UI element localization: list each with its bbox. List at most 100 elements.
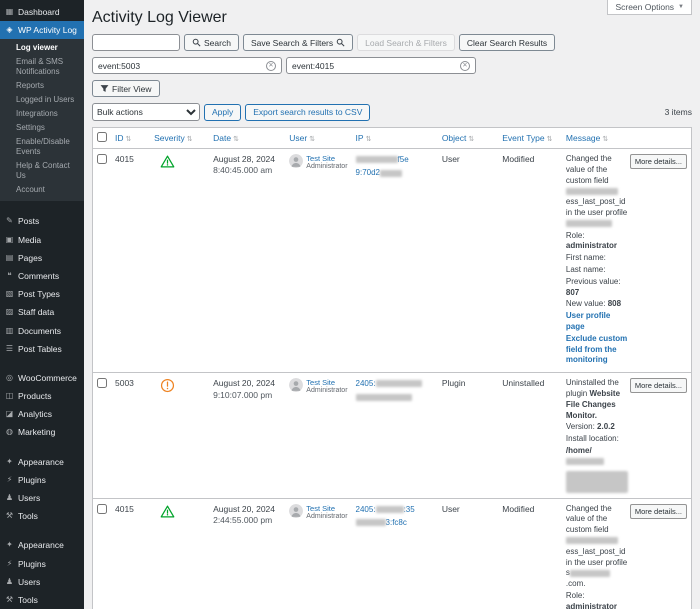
column-header-ip[interactable]: IP⇅	[352, 128, 438, 149]
sidebar-item-posts[interactable]: ✎ Posts	[0, 212, 84, 230]
event-type: Modified	[498, 498, 562, 609]
ip-link[interactable]: 2405:	[356, 379, 376, 388]
sidebar-item-label: Analytics	[18, 409, 52, 419]
select-all-checkbox[interactable]	[97, 132, 107, 142]
filter-chip-event-4015: event:4015 ✕	[286, 57, 476, 74]
sidebar-item-analytics[interactable]: ◪Analytics	[0, 405, 84, 423]
search-input[interactable]	[92, 34, 180, 51]
sidebar-item-label: Comments	[18, 271, 59, 281]
filter-view-button[interactable]: Filter View	[92, 80, 160, 97]
ip-link[interactable]: :35	[404, 505, 415, 514]
sort-icon: ⇅	[547, 136, 553, 143]
sidebar-item-appearance[interactable]: ✦Appearance	[0, 536, 84, 554]
dashboard-icon: ▦	[5, 7, 14, 17]
column-header-object[interactable]: Object⇅	[438, 128, 498, 149]
redacted-text	[380, 170, 402, 177]
search-toolbar: Search Save Search & Filters Load Search…	[92, 34, 692, 51]
sidebar-item-appearance[interactable]: ✦Appearance	[0, 453, 84, 471]
clear-search-button[interactable]: Clear Search Results	[459, 34, 555, 51]
more-details-button[interactable]: More details...	[630, 378, 687, 393]
sidebar-subitem-reports[interactable]: Reports	[0, 79, 84, 93]
more-details-button[interactable]: More details...	[630, 154, 687, 169]
avatar	[289, 378, 303, 392]
exclude-field-link[interactable]: Exclude custom field from the monitoring	[566, 334, 627, 365]
ip-link[interactable]: 3:fc8c	[386, 518, 407, 527]
apply-button[interactable]: Apply	[204, 104, 241, 121]
more-details-button[interactable]: More details...	[630, 504, 687, 519]
user-profile-link[interactable]: User profile page	[566, 311, 610, 331]
sidebar-item-tools[interactable]: ⚒Tools	[0, 591, 84, 609]
sidebar-subitem-enable-disable-events[interactable]: Enable/Disable Events	[0, 135, 84, 159]
sidebar-item-plugins[interactable]: ⚡Plugins	[0, 555, 84, 573]
marketing-icon: ◍	[5, 427, 14, 437]
sidebar-subitem-settings[interactable]: Settings	[0, 121, 84, 135]
export-csv-button[interactable]: Export search results to CSV	[245, 104, 370, 121]
event-date: August 20, 2024 2:44:55.000 pm	[209, 498, 285, 609]
sidebar-subitem-integrations[interactable]: Integrations	[0, 107, 84, 121]
avatar	[289, 154, 303, 168]
ip-link[interactable]: f5e	[398, 155, 409, 164]
redacted-block	[566, 471, 628, 493]
sidebar-item-post-tables[interactable]: ☰Post Tables	[0, 340, 84, 358]
column-header-message[interactable]: Message⇅	[562, 128, 692, 149]
sidebar-item-label: Posts	[18, 216, 39, 226]
column-header-severity[interactable]: Severity⇅	[150, 128, 209, 149]
sidebar-subitem-account[interactable]: Account	[0, 183, 84, 197]
column-header-user[interactable]: User⇅	[285, 128, 351, 149]
ip-link[interactable]: 2405:	[356, 505, 376, 514]
sidebar-item-users[interactable]: ♟Users	[0, 573, 84, 591]
row-checkbox[interactable]	[97, 378, 107, 388]
sidebar-item-tools[interactable]: ⚒Tools	[0, 507, 84, 525]
sidebar-item-label: Post Tables	[18, 344, 62, 354]
shield-icon: ◈	[5, 25, 14, 35]
sidebar-subitem-log-viewer[interactable]: Log viewer	[0, 41, 84, 55]
severity-low-icon	[160, 154, 175, 171]
sidebar-item-wp-activity-log[interactable]: ◈WP Activity Log	[0, 21, 84, 39]
sidebar-item-media[interactable]: ▣Media	[0, 231, 84, 249]
event-ip: 2405: :35 3:fc8c	[352, 498, 438, 609]
sidebar-item-products[interactable]: ◫Products	[0, 387, 84, 405]
user-link[interactable]: Test Site	[306, 504, 347, 513]
user-link[interactable]: Test Site	[306, 378, 347, 387]
items-count: 3 items	[665, 107, 692, 117]
sidebar-item-dashboard[interactable]: ▦Dashboard	[0, 3, 84, 21]
sidebar-item-label: WooCommerce	[18, 373, 77, 383]
sidebar-item-label: Post Types	[18, 289, 60, 299]
search-button[interactable]: Search	[184, 34, 239, 51]
sidebar-item-plugins[interactable]: ⚡Plugins	[0, 471, 84, 489]
ip-link[interactable]: 9:70d2	[356, 168, 380, 177]
severity-medium-icon	[160, 378, 175, 395]
load-search-button[interactable]: Load Search & Filters	[357, 34, 455, 51]
sidebar-subitem-help-contact-us[interactable]: Help & Contact Us	[0, 159, 84, 183]
column-header-date[interactable]: Date⇅	[209, 128, 285, 149]
sidebar-item-staff-data[interactable]: ▨Staff data	[0, 303, 84, 321]
sidebar-item-documents[interactable]: ▥Documents	[0, 322, 84, 340]
posts-icon: ✎	[5, 216, 14, 226]
redacted-text	[376, 506, 404, 513]
sidebar-item-label: Plugins	[18, 559, 46, 569]
row-checkbox[interactable]	[97, 504, 107, 514]
event-user: Test Site Administrator	[285, 373, 351, 498]
row-checkbox[interactable]	[97, 154, 107, 164]
products-icon: ◫	[5, 391, 14, 401]
sidebar-item-marketing[interactable]: ◍Marketing	[0, 423, 84, 441]
sidebar-item-label: Appearance	[18, 540, 64, 550]
bulk-actions-select[interactable]: Bulk actions	[92, 103, 200, 121]
sidebar-subitem-logged-in-users[interactable]: Logged in Users	[0, 93, 84, 107]
sidebar-item-comments[interactable]: ❝Comments	[0, 267, 84, 285]
remove-filter-icon[interactable]: ✕	[460, 61, 470, 71]
save-search-button[interactable]: Save Search & Filters	[243, 34, 353, 51]
column-header-event-type[interactable]: Event Type⇅	[498, 128, 562, 149]
sidebar-item-pages[interactable]: ▤Pages	[0, 249, 84, 267]
sidebar-item-users[interactable]: ♟Users	[0, 489, 84, 507]
screen-options-button[interactable]: Screen Options ▼	[607, 0, 692, 15]
redacted-text	[376, 380, 422, 387]
sort-icon: ⇅	[187, 136, 193, 143]
sidebar-item-post-types[interactable]: ▧Post Types	[0, 285, 84, 303]
column-header-id[interactable]: ID⇅	[111, 128, 150, 149]
remove-filter-icon[interactable]: ✕	[266, 61, 276, 71]
sidebar-subitem-email-sms-notifications[interactable]: Email & SMS Notifications	[0, 55, 84, 79]
event-id: 5003	[111, 373, 150, 498]
sidebar-item-woocommerce[interactable]: ◎WooCommerce	[0, 369, 84, 387]
user-link[interactable]: Test Site	[306, 154, 347, 163]
